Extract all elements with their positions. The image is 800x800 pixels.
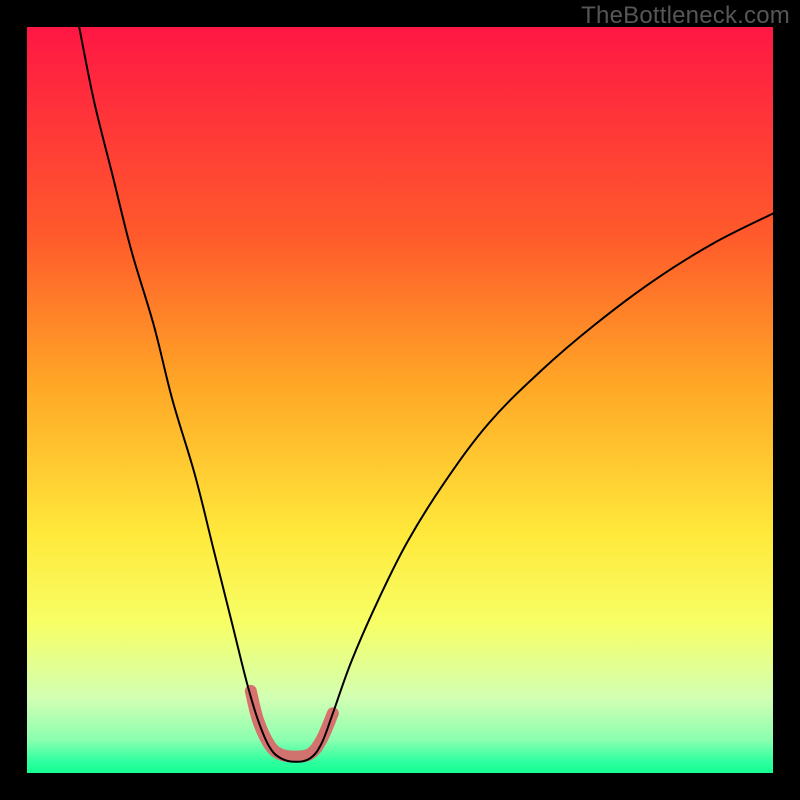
watermark-text: TheBottleneck.com (581, 2, 790, 30)
bottleneck-plot (27, 27, 773, 773)
plot-background (27, 27, 773, 773)
chart-frame: TheBottleneck.com (0, 0, 800, 800)
